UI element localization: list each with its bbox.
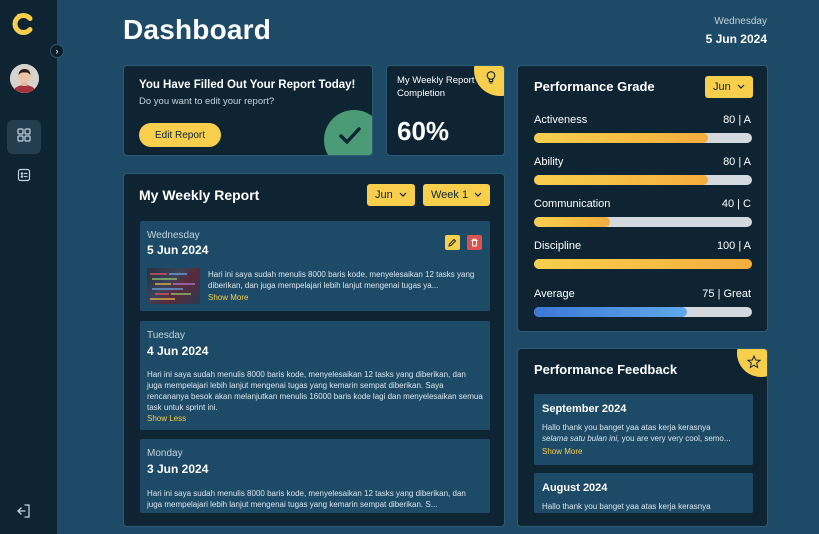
header-date: 5 Jun 2024 bbox=[705, 32, 767, 46]
chevron-down-icon bbox=[474, 189, 482, 201]
metric-score: 40 | C bbox=[721, 198, 751, 210]
metric-score: 100 | A bbox=[716, 240, 751, 252]
progress-bar bbox=[534, 217, 752, 227]
entry-date: 4 Jun 2024 bbox=[147, 344, 209, 358]
entry-date: 5 Jun 2024 bbox=[147, 243, 209, 257]
progress-fill bbox=[534, 175, 709, 185]
average-name: Average bbox=[534, 288, 575, 300]
metric-name: Ability bbox=[534, 156, 564, 168]
delete-entry-button[interactable] bbox=[467, 235, 482, 250]
progress-bar bbox=[534, 175, 752, 185]
entry-day: Monday bbox=[147, 448, 183, 459]
edit-entry-button[interactable] bbox=[445, 235, 460, 250]
feedback-text: selama satu bulan ini, you are very very… bbox=[542, 433, 747, 444]
grade-month-value: Jun bbox=[713, 81, 731, 93]
entry-text: Hari ini saya sudah menulis 8000 baris k… bbox=[147, 370, 483, 412]
chevron-right-icon: › bbox=[55, 46, 59, 56]
logout-icon[interactable] bbox=[15, 502, 33, 520]
progress-bar bbox=[534, 259, 752, 269]
avatar[interactable] bbox=[10, 64, 39, 93]
show-more-link[interactable]: Show More bbox=[542, 447, 582, 456]
metric-name: Discipline bbox=[534, 240, 582, 252]
progress-fill bbox=[534, 259, 752, 269]
feedback-item: September 2024 Hallo thank you banget ya… bbox=[534, 394, 753, 465]
feedback-text-italic: selama satu bulan ini, bbox=[542, 434, 620, 443]
page-title: Dashboard bbox=[123, 14, 272, 45]
week-select[interactable]: Week 1 bbox=[423, 184, 490, 206]
c-logo-icon[interactable] bbox=[12, 12, 36, 36]
entry-day: Wednesday bbox=[147, 230, 200, 241]
report-filled-subtitle: Do you want to edit your report? bbox=[139, 96, 275, 107]
report-entry: Tuesday 4 Jun 2024 Hari ini saya sudah m… bbox=[140, 321, 490, 430]
weekly-report-card: My Weekly Report Jun Week 1 Wednesday 5 … bbox=[123, 173, 505, 527]
report-entry: Wednesday 5 Jun 2024 Hari ini saya sudah… bbox=[140, 221, 490, 311]
average-progress-fill bbox=[534, 307, 687, 317]
feedback-text-rest: you are very very cool, semo... bbox=[619, 434, 731, 443]
completion-label: My Weekly Report Completion bbox=[397, 75, 475, 99]
report-filled-card: You Have Filled Out Your Report Today! D… bbox=[123, 65, 373, 156]
show-more-link[interactable]: Show More bbox=[208, 293, 248, 302]
completion-value: 60% bbox=[397, 116, 450, 146]
chevron-down-icon bbox=[399, 189, 407, 201]
month-select-value: Jun bbox=[375, 189, 393, 201]
sidebar-item-dashboard[interactable] bbox=[7, 120, 41, 154]
progress-fill bbox=[534, 217, 611, 227]
report-icon bbox=[17, 168, 31, 187]
weekly-report-title: My Weekly Report bbox=[139, 187, 260, 203]
entry-thumbnail bbox=[147, 268, 200, 304]
performance-feedback-title: Performance Feedback bbox=[534, 362, 678, 377]
feedback-text: Hallo thank you banget yaa atas kerja ke… bbox=[542, 502, 711, 511]
report-filled-title: You Have Filled Out Your Report Today! bbox=[139, 79, 356, 91]
week-select-value: Week 1 bbox=[431, 189, 469, 201]
checkmark-icon bbox=[324, 110, 372, 155]
feedback-month: September 2024 bbox=[542, 403, 627, 415]
entry-text: Hari ini saya sudah menulis 8000 baris k… bbox=[208, 270, 475, 290]
sidebar-collapse-button[interactable]: › bbox=[50, 44, 64, 58]
edit-report-button[interactable]: Edit Report bbox=[139, 123, 221, 147]
sidebar bbox=[0, 0, 57, 534]
entry-day: Tuesday bbox=[147, 330, 185, 341]
header-day: Wednesday bbox=[714, 16, 767, 27]
metric-score: 80 | A bbox=[723, 114, 751, 126]
performance-grade-title: Performance Grade bbox=[534, 79, 655, 94]
pencil-icon bbox=[448, 234, 457, 252]
metric-score: 80 | A bbox=[723, 156, 751, 168]
star-icon bbox=[746, 354, 762, 374]
show-less-link[interactable]: Show Less bbox=[147, 414, 186, 423]
month-select[interactable]: Jun bbox=[367, 184, 415, 206]
metric-name: Activeness bbox=[534, 114, 588, 126]
completion-card: My Weekly Report Completion 60% bbox=[386, 65, 505, 156]
lightbulb-icon bbox=[484, 70, 498, 84]
average-progress-bar bbox=[534, 307, 752, 317]
average-score: 75 | Great bbox=[702, 288, 751, 300]
entry-date: 3 Jun 2024 bbox=[147, 462, 209, 476]
report-entry: Monday 3 Jun 2024 Hari ini saya sudah me… bbox=[140, 439, 490, 513]
trash-icon bbox=[470, 234, 479, 252]
performance-grade-card: Performance Grade Jun Activeness 80 | A … bbox=[517, 65, 768, 332]
entry-text: Hari ini saya sudah menulis 8000 baris k… bbox=[147, 489, 466, 509]
metric-name: Communication bbox=[534, 198, 611, 210]
feedback-text: Hallo thank you banget yaa atas kerja ke… bbox=[542, 423, 711, 432]
grid-icon bbox=[17, 127, 31, 147]
grade-month-select[interactable]: Jun bbox=[705, 76, 753, 98]
sidebar-item-report[interactable] bbox=[7, 160, 41, 194]
performance-feedback-card: Performance Feedback September 2024 Hall… bbox=[517, 348, 768, 527]
feedback-month: August 2024 bbox=[542, 482, 608, 494]
feedback-item: August 2024 Hallo thank you banget yaa a… bbox=[534, 473, 753, 513]
progress-fill bbox=[534, 133, 709, 143]
chevron-down-icon bbox=[737, 81, 745, 93]
progress-bar bbox=[534, 133, 752, 143]
